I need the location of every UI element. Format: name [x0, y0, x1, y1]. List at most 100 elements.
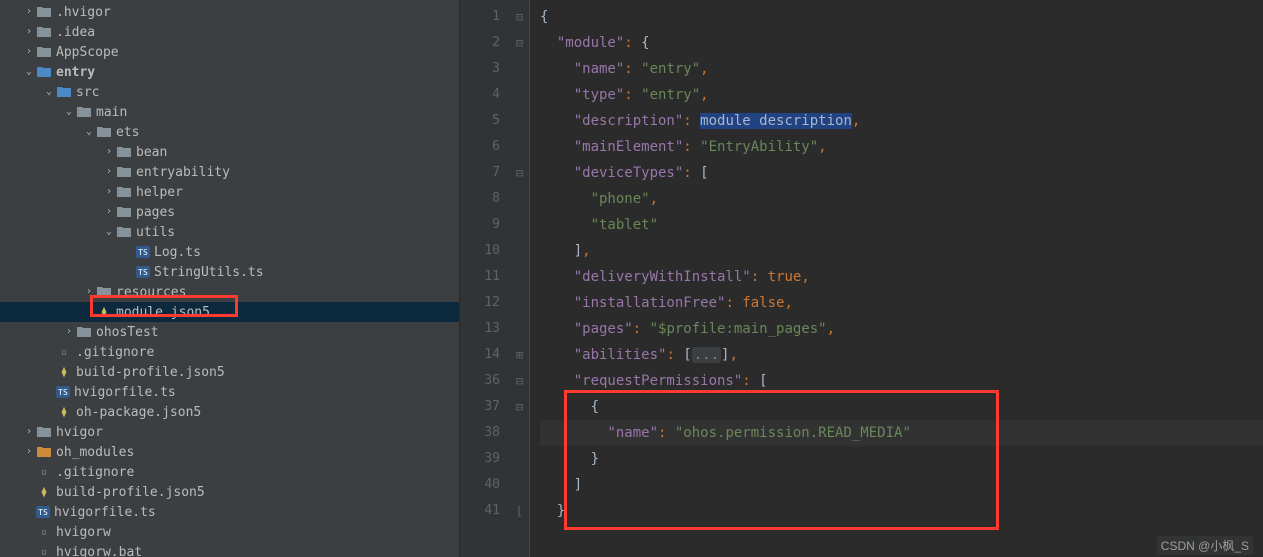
- code-line[interactable]: {: [540, 394, 1263, 420]
- chevron-right-icon[interactable]: ›: [22, 7, 36, 17]
- tree-item-entryability[interactable]: ›entryability: [0, 162, 459, 182]
- tree-item-helper[interactable]: ›helper: [0, 182, 459, 202]
- ts-icon: TS: [56, 386, 70, 398]
- fold-empty: [510, 82, 529, 108]
- code-area[interactable]: { "module": { "name": "entry", "type": "…: [530, 0, 1263, 557]
- tree-item-build-profile-json5[interactable]: ⧫build-profile.json5: [0, 362, 459, 382]
- code-line[interactable]: "tablet": [540, 212, 1263, 238]
- tree-item-resources[interactable]: ›resources: [0, 282, 459, 302]
- chevron-right-icon[interactable]: ›: [22, 27, 36, 37]
- token-punc: ,: [700, 87, 708, 103]
- tree-item-log-ts[interactable]: TSLog.ts: [0, 242, 459, 262]
- code-line[interactable]: ]: [540, 472, 1263, 498]
- watermark: CSDN @小枫_S: [1157, 536, 1253, 555]
- chevron-right-icon[interactable]: ›: [102, 167, 116, 177]
- tree-item-src[interactable]: ⌄src: [0, 82, 459, 102]
- code-line[interactable]: ],: [540, 238, 1263, 264]
- tree-item-ets[interactable]: ⌄ets: [0, 122, 459, 142]
- tree-item-build-profile-json5[interactable]: ⧫build-profile.json5: [0, 482, 459, 502]
- fold-toggle-icon[interactable]: ⊟: [510, 4, 529, 30]
- code-line[interactable]: "deliveryWithInstall": true,: [540, 264, 1263, 290]
- fold-toggle-icon[interactable]: ⊟: [510, 30, 529, 56]
- tree-item-hvigorfile-ts[interactable]: TShvigorfile.ts: [0, 382, 459, 402]
- line-number: 37: [460, 394, 500, 420]
- chevron-right-icon[interactable]: ›: [62, 327, 76, 337]
- tree-item-oh-package-json5[interactable]: ⧫oh-package.json5: [0, 402, 459, 422]
- code-line[interactable]: "deviceTypes": [: [540, 160, 1263, 186]
- line-number: 39: [460, 446, 500, 472]
- tree-item-ohostest[interactable]: ›ohosTest: [0, 322, 459, 342]
- fold-toggle-icon[interactable]: ⌊: [510, 498, 529, 524]
- chevron-right-icon[interactable]: ›: [22, 47, 36, 57]
- code-line[interactable]: "type": "entry",: [540, 82, 1263, 108]
- line-number: 14: [460, 342, 500, 368]
- tree-item-entry[interactable]: ⌄entry: [0, 62, 459, 82]
- code-line[interactable]: "description": module description,: [540, 108, 1263, 134]
- chevron-down-icon[interactable]: ⌄: [82, 127, 96, 137]
- token-punc: ,: [729, 347, 737, 363]
- chevron-down-icon[interactable]: ⌄: [62, 107, 76, 117]
- chevron-down-icon[interactable]: ⌄: [22, 67, 36, 77]
- tree-item-main[interactable]: ⌄main: [0, 102, 459, 122]
- chevron-down-icon[interactable]: ⌄: [42, 87, 56, 97]
- chevron-right-icon[interactable]: ›: [22, 427, 36, 437]
- tree-item-bean[interactable]: ›bean: [0, 142, 459, 162]
- code-line[interactable]: "phone",: [540, 186, 1263, 212]
- code-line[interactable]: "name": "entry",: [540, 56, 1263, 82]
- token-punc: :: [624, 87, 641, 103]
- code-line[interactable]: "module": {: [540, 30, 1263, 56]
- token-ws: [540, 425, 607, 441]
- tree-item-hvigor[interactable]: ›hvigor: [0, 422, 459, 442]
- tree-item-module-json5[interactable]: ⧫module.json5: [0, 302, 459, 322]
- chevron-right-icon[interactable]: ›: [102, 207, 116, 217]
- code-line[interactable]: "pages": "$profile:main_pages",: [540, 316, 1263, 342]
- chevron-right-icon[interactable]: ›: [22, 447, 36, 457]
- code-line[interactable]: "installationFree": false,: [540, 290, 1263, 316]
- chevron-down-icon[interactable]: ⌄: [102, 227, 116, 237]
- project-tree[interactable]: ›.hvigor›.idea›AppScope⌄entry⌄src⌄main⌄e…: [0, 0, 460, 557]
- chevron-right-icon[interactable]: ›: [102, 187, 116, 197]
- tree-item--gitignore[interactable]: ▫.gitignore: [0, 462, 459, 482]
- line-number: 2: [460, 30, 500, 56]
- fold-empty: [510, 446, 529, 472]
- chevron-right-icon[interactable]: ›: [82, 287, 96, 297]
- token-punc: ,: [801, 269, 809, 285]
- tree-item-oh_modules[interactable]: ›oh_modules: [0, 442, 459, 462]
- fold-toggle-icon[interactable]: ⊟: [510, 368, 529, 394]
- code-line[interactable]: "requestPermissions": [: [540, 368, 1263, 394]
- json-icon: ⧫: [56, 364, 72, 380]
- token-punc: :: [683, 113, 700, 129]
- fold-toggle-icon[interactable]: ⊟: [510, 394, 529, 420]
- tree-item-stringutils-ts[interactable]: TSStringUtils.ts: [0, 262, 459, 282]
- tree-item-hvigorfile-ts[interactable]: TShvigorfile.ts: [0, 502, 459, 522]
- fold-toggle-icon[interactable]: ⊟: [510, 160, 529, 186]
- code-line[interactable]: "name": "ohos.permission.READ_MEDIA": [540, 420, 1263, 446]
- token-key: "name": [574, 61, 625, 77]
- line-number: 40: [460, 472, 500, 498]
- chevron-right-icon[interactable]: ›: [102, 147, 116, 157]
- code-line[interactable]: }: [540, 498, 1263, 524]
- folder-icon: [96, 284, 112, 300]
- token-str: "entry": [641, 61, 700, 77]
- tree-item--idea[interactable]: ›.idea: [0, 22, 459, 42]
- tree-item-utils[interactable]: ⌄utils: [0, 222, 459, 242]
- token-brace: [: [759, 373, 767, 389]
- folder-icon: [116, 144, 132, 160]
- folder-icon: [36, 424, 52, 440]
- tree-item-appscope[interactable]: ›AppScope: [0, 42, 459, 62]
- token-brace: }: [591, 451, 599, 467]
- fold-toggle-icon[interactable]: ⊞: [510, 342, 529, 368]
- code-editor[interactable]: 1234567891011121314363738394041 ⊟⊟⊟⊞⊟⊟⌊ …: [460, 0, 1263, 557]
- tree-item--gitignore[interactable]: ▫.gitignore: [0, 342, 459, 362]
- token-ws: [540, 373, 574, 389]
- code-line[interactable]: "mainElement": "EntryAbility",: [540, 134, 1263, 160]
- fold-gutter[interactable]: ⊟⊟⊟⊞⊟⊟⌊: [510, 0, 530, 557]
- folder-blue-icon: [36, 64, 52, 80]
- code-line[interactable]: {: [540, 4, 1263, 30]
- tree-item-pages[interactable]: ›pages: [0, 202, 459, 222]
- code-line[interactable]: "abilities": [...],: [540, 342, 1263, 368]
- tree-item--hvigor[interactable]: ›.hvigor: [0, 2, 459, 22]
- code-line[interactable]: }: [540, 446, 1263, 472]
- tree-item-hvigorw[interactable]: ▫hvigorw: [0, 522, 459, 542]
- tree-item-hvigorw-bat[interactable]: ▫hvigorw.bat: [0, 542, 459, 557]
